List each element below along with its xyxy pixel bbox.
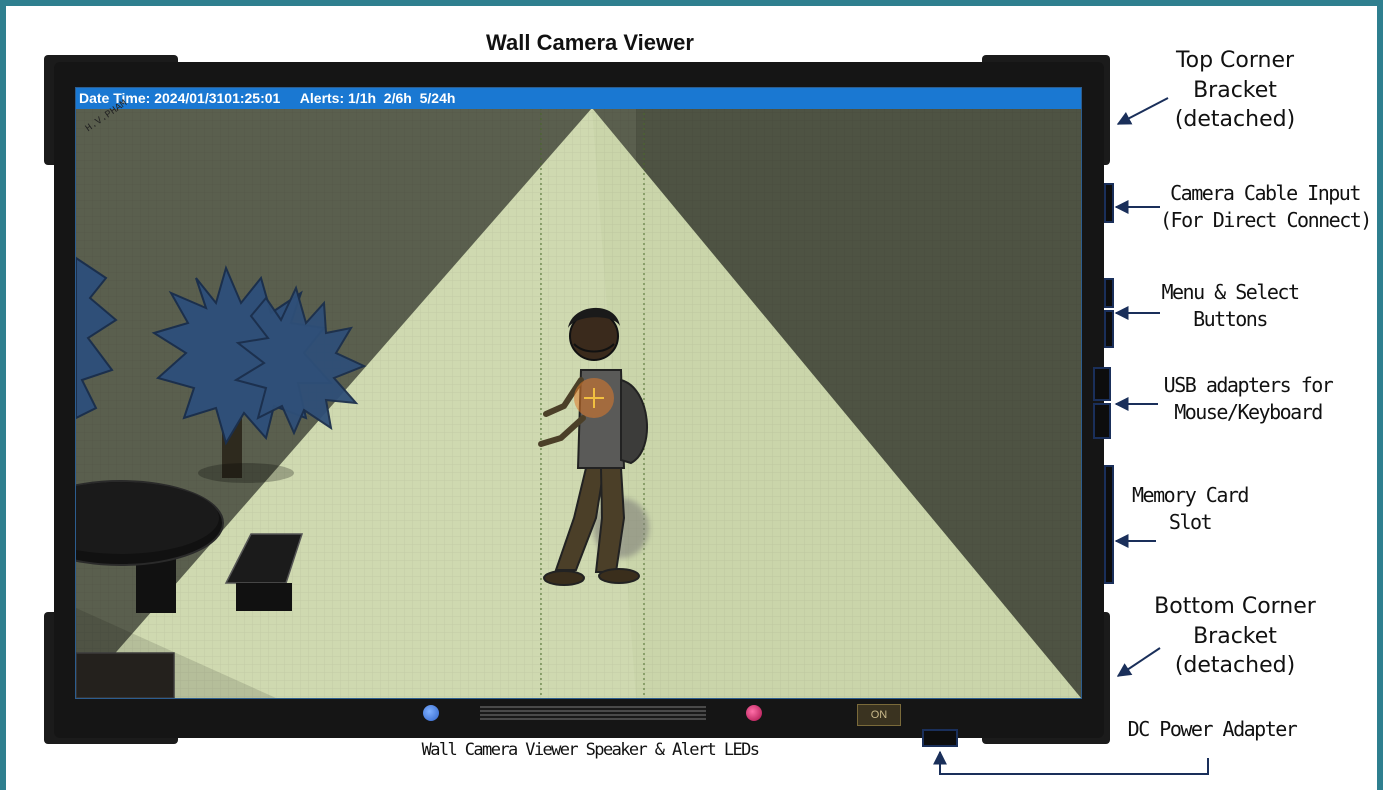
label-bottom-corner-bracket: Bottom Corner Bracket (detached) xyxy=(1154,594,1316,679)
label-dc-power-adapter: DC Power Adapter xyxy=(1127,717,1298,741)
label-top-corner-bracket: Top Corner Bracket (detached) xyxy=(1174,48,1296,133)
label-usb-adapters: USB adapters for Mouse/Keyboard xyxy=(1163,373,1334,424)
arrow-dc-power xyxy=(933,750,1209,775)
label-menu-select-buttons: Menu & Select Buttons xyxy=(1161,280,1300,331)
label-camera-cable-input: Camera Cable Input (For Direct Connect) xyxy=(1160,181,1372,232)
label-memory-card-slot: Memory Card Slot xyxy=(1132,483,1249,534)
